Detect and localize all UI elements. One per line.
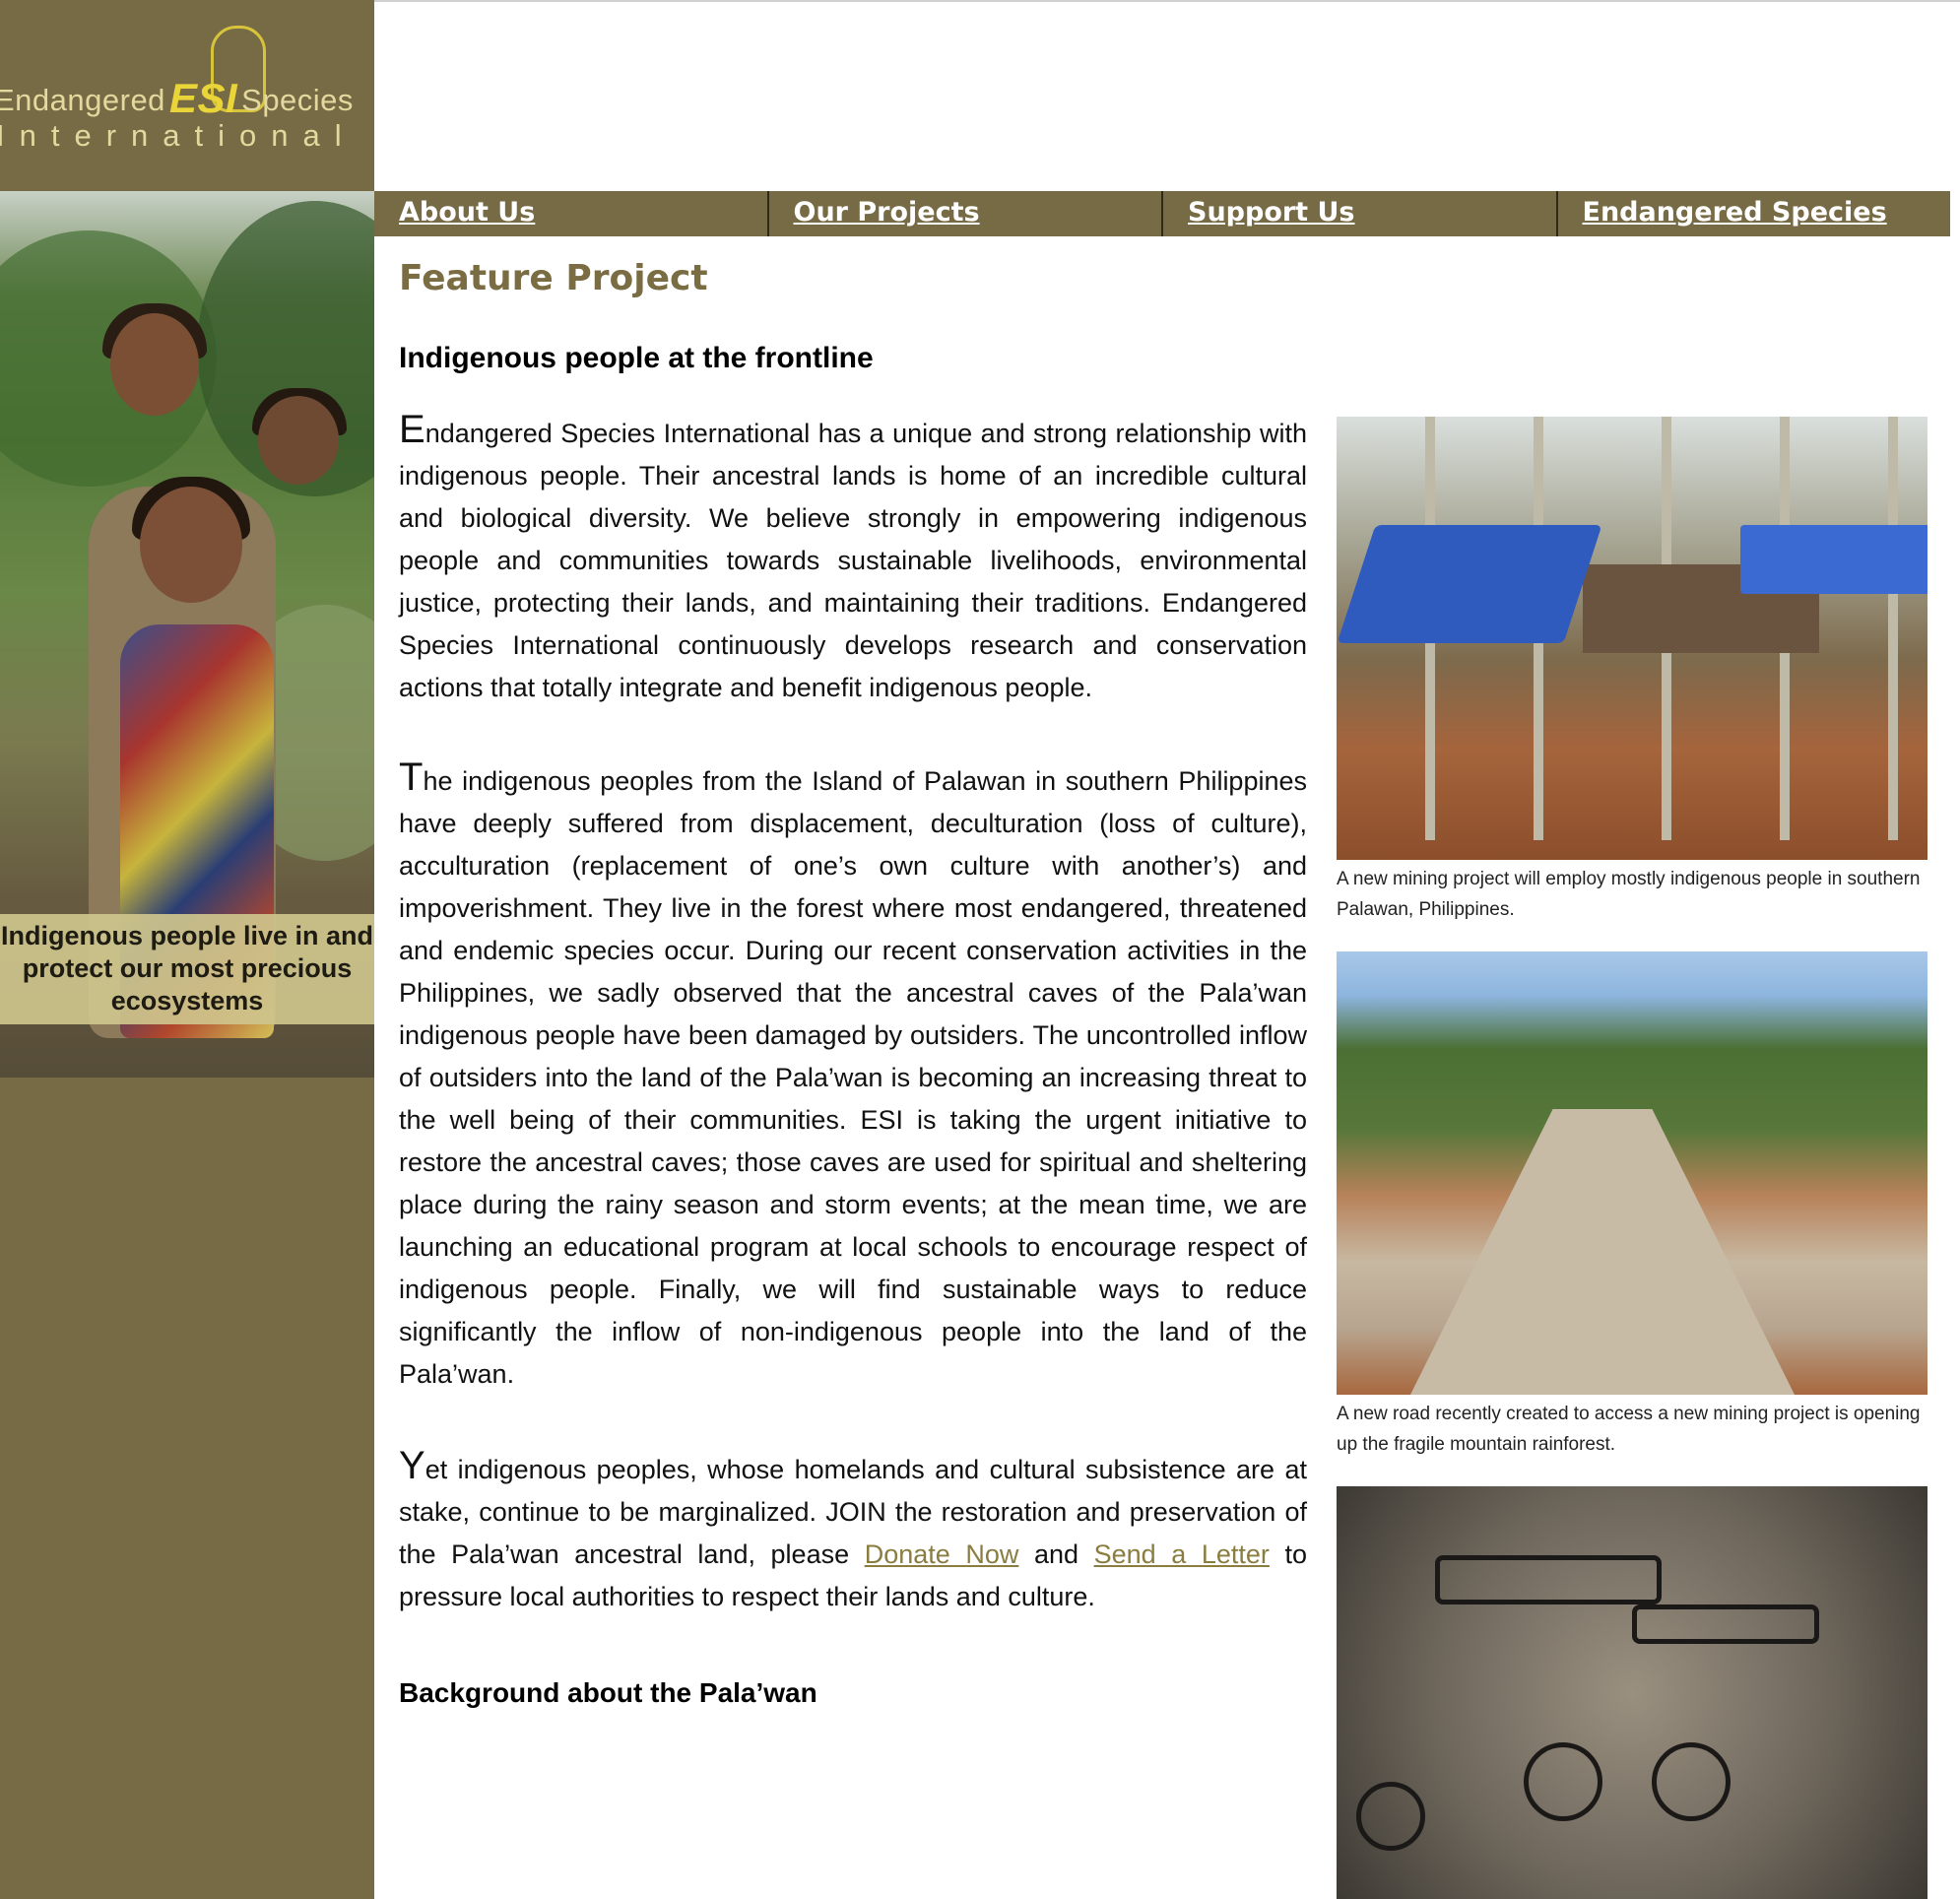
paragraph-intro: Endangered Species International has a u… [399, 409, 1307, 709]
logo-word-left: Endangered [0, 83, 165, 117]
tree-trunk [1888, 417, 1898, 840]
paragraph-text: he indigenous peoples from the Island of… [399, 766, 1307, 1389]
logo-word-right: Species [241, 83, 354, 117]
send-a-letter-link[interactable]: Send a Letter [1094, 1539, 1270, 1569]
left-sidebar: EndangeredESI Species International Indig… [0, 0, 374, 1899]
paragraph-text: ndangered Species International has a un… [399, 419, 1307, 702]
child-face [140, 487, 242, 603]
background-section-title: Background about the Pala’wan [399, 1677, 817, 1708]
figure-cave-drawings [1337, 1486, 1927, 1899]
blue-tarp [1740, 525, 1927, 594]
blue-tarp [1337, 525, 1602, 643]
main-nav: About Us Our Projects Support Us Endange… [374, 191, 1950, 236]
cave-drawing-wheel [1524, 1742, 1602, 1821]
drop-cap: T [399, 755, 424, 799]
nav-about-us[interactable]: About Us [374, 191, 767, 236]
site-logo[interactable]: EndangeredESI Species International [0, 0, 374, 191]
drop-cap: E [399, 408, 425, 451]
figure-caption: A new road recently created to access a … [1337, 1404, 1921, 1455]
section-title: Feature Project [399, 258, 708, 298]
nav-our-projects[interactable]: Our Projects [766, 191, 1162, 236]
top-border [374, 0, 1960, 2]
cave-drawing-wheel [1356, 1782, 1425, 1851]
logo-subline: International [0, 118, 357, 153]
donate-now-link[interactable]: Donate Now [865, 1539, 1019, 1569]
figure-new-road: A new road recently created to access a … [1337, 951, 1927, 1460]
sidebar-photo-caption: Indigenous people live in and protect ou… [0, 914, 374, 1024]
paragraph-text: and [1018, 1539, 1094, 1569]
article-title: Indigenous people at the frontline [399, 342, 874, 374]
photo-new-road [1337, 951, 1927, 1395]
baby-face [258, 396, 339, 485]
drop-cap: Y [399, 1444, 425, 1487]
gravel-road [1396, 1109, 1809, 1395]
cave-drawing-wheel [1652, 1742, 1731, 1821]
girl-face [110, 313, 199, 416]
paragraph-call-to-action: Yet indigenous peoples, whose homelands … [399, 1445, 1307, 1618]
photo-cave-drawings [1337, 1486, 1927, 1899]
nav-endangered-species[interactable]: Endangered Species [1555, 191, 1951, 236]
photo-mining-camp [1337, 417, 1927, 860]
sidebar-photo-indigenous-children: Indigenous people live in and protect ou… [0, 191, 374, 1078]
cave-drawing-figure [1435, 1555, 1662, 1604]
logo-esi-mark: ESI [168, 75, 238, 121]
paragraph-palawan: The indigenous peoples from the Island o… [399, 756, 1307, 1396]
cave-drawing-figure [1632, 1604, 1819, 1644]
figure-mining-camp: A new mining project will employ mostly … [1337, 417, 1927, 925]
logo-wordmark: EndangeredESI Species [0, 73, 354, 121]
nav-support-us[interactable]: Support Us [1161, 191, 1556, 236]
main-content: Feature Project Indigenous people at the… [399, 236, 1307, 1709]
figure-caption: A new mining project will employ mostly … [1337, 869, 1921, 920]
